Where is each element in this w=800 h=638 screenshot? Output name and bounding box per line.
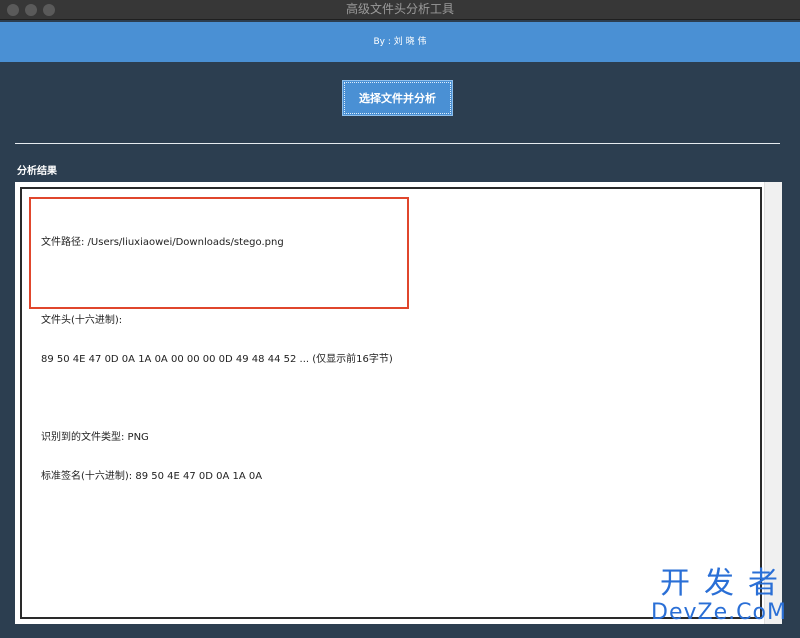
section-divider bbox=[15, 143, 780, 144]
select-file-analyze-button[interactable]: 选择文件并分析 bbox=[342, 80, 453, 116]
result-line-file-path: 文件路径: /Users/liuxiaowei/Downloads/stego.… bbox=[41, 237, 284, 248]
results-scrollbar[interactable] bbox=[764, 182, 782, 624]
result-line-header-label: 文件头(十六进制): bbox=[41, 315, 123, 326]
author-credit: By : 刘 晓 伟 bbox=[373, 37, 427, 47]
result-line-blank bbox=[41, 275, 393, 288]
window-title: 高级文件头分析工具 bbox=[345, 2, 454, 16]
result-line-header-hex: 89 50 4E 47 0D 0A 1A 0A 00 00 00 0D 49 4… bbox=[41, 354, 393, 365]
result-line-blank bbox=[41, 392, 393, 405]
results-panel: 文件路径: /Users/liuxiaowei/Downloads/stego.… bbox=[15, 182, 782, 624]
result-line-file-type: 识别到的文件类型: PNG bbox=[41, 432, 149, 443]
results-text: 文件路径: /Users/liuxiaowei/Downloads/stego.… bbox=[41, 210, 393, 509]
result-line-signature: 标准签名(十六进制): 89 50 4E 47 0D 0A 1A 0A bbox=[41, 471, 263, 482]
header-banner: By : 刘 晓 伟 bbox=[0, 22, 800, 62]
results-text-area[interactable]: 文件路径: /Users/liuxiaowei/Downloads/stego.… bbox=[20, 187, 762, 619]
window-titlebar: 高级文件头分析工具 bbox=[0, 0, 800, 20]
results-section-label: 分析结果 bbox=[17, 166, 57, 177]
